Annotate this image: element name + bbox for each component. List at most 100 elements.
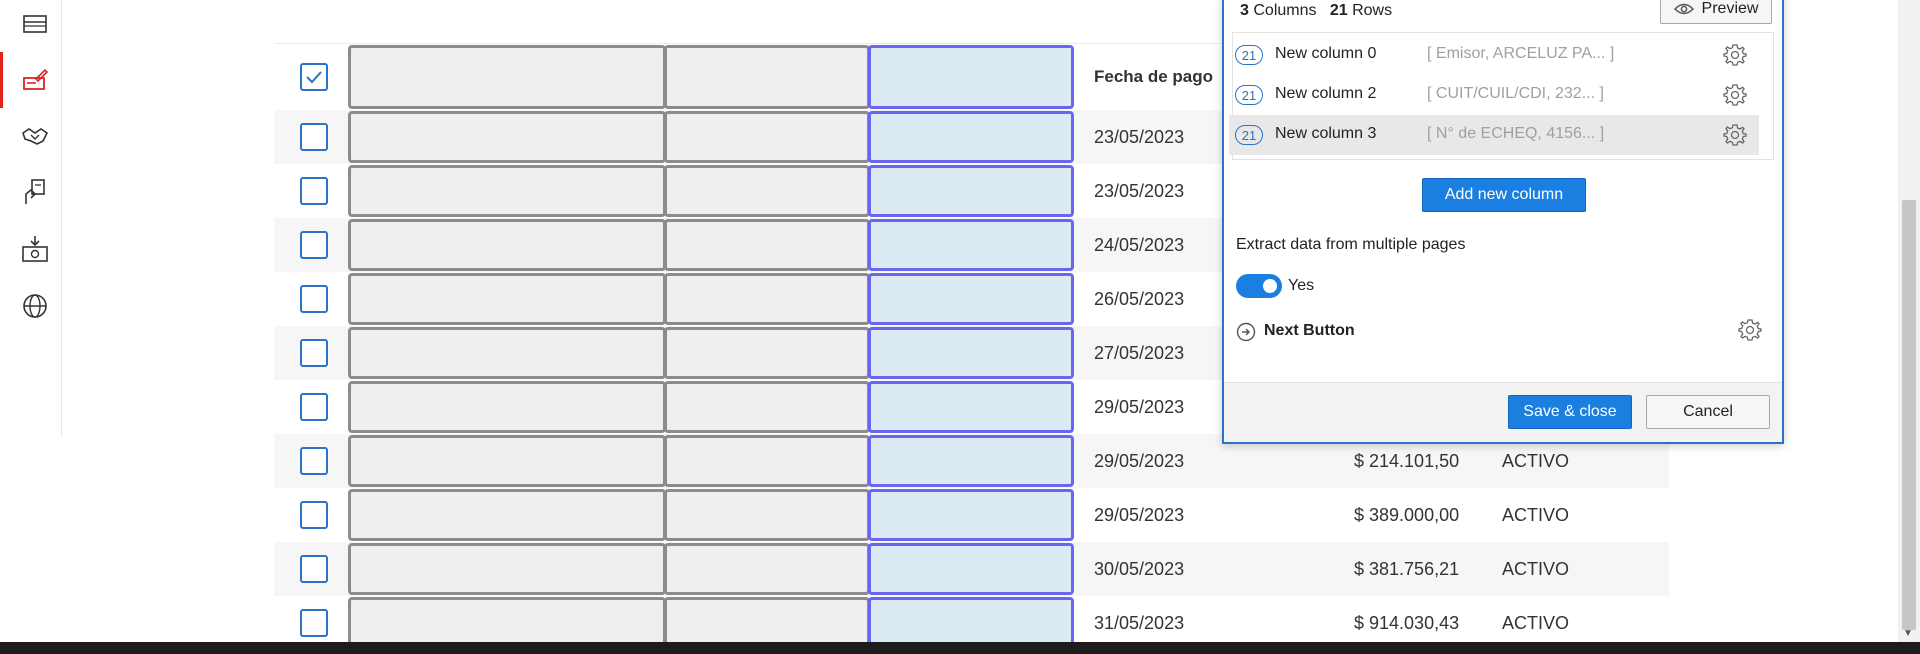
header-fecha-de-pago: Fecha de pago: [1094, 67, 1214, 86]
cell-fecha-de-pago: 29/05/2023: [1094, 504, 1185, 525]
sidebar: [0, 0, 62, 437]
multi-page-toggle[interactable]: [1236, 274, 1282, 298]
cell-fecha-de-pago: 29/05/2023: [1094, 450, 1185, 471]
row-checkbox[interactable]: [300, 339, 328, 367]
extract-column-box-echeq: [868, 543, 1074, 595]
extract-column-box-cuit: [664, 327, 870, 379]
multi-page-label: Extract data from multiple pages: [1236, 236, 1466, 253]
row-checkbox[interactable]: [300, 123, 328, 151]
column-name: New column 0: [1275, 45, 1377, 62]
column-preview: [ Emisor, ARCELUZ PA... ]: [1427, 45, 1615, 62]
extract-column-box-cuit: [664, 45, 870, 109]
handshake-icon[interactable]: [18, 119, 52, 153]
column-row-count-badge: 21: [1235, 125, 1263, 145]
column-row-count-badge: 21: [1235, 85, 1263, 105]
cell-fecha-de-pago: 26/05/2023: [1094, 288, 1185, 309]
row-checkbox[interactable]: [300, 285, 328, 313]
vertical-scrollbar[interactable]: ▼: [1898, 0, 1920, 642]
sidebar-active-indicator: [0, 52, 3, 108]
column-config-row[interactable]: 21 New column 3 [ N° de ECHEQ, 4156... ]: [1229, 115, 1759, 155]
cell-fecha-de-pago: 27/05/2023: [1094, 342, 1185, 363]
extract-column-box-emisor: [348, 111, 666, 163]
extract-column-box-echeq: [868, 219, 1074, 271]
extract-column-box-emisor: [348, 45, 666, 109]
extract-column-box-emisor: [348, 165, 666, 217]
extract-column-box-cuit: [664, 543, 870, 595]
extract-column-box-cuit: [664, 273, 870, 325]
extract-column-box-emisor: [348, 327, 666, 379]
extract-column-box-emisor: [348, 435, 666, 487]
cancel-label: Cancel: [1683, 403, 1733, 420]
arrow-circle-icon: [1236, 322, 1256, 342]
select-all-checkbox[interactable]: [300, 63, 328, 91]
extract-column-box-emisor: [348, 543, 666, 595]
extract-column-box-echeq: [868, 111, 1074, 163]
column-preview: [ CUIT/CUIL/CDI, 232... ]: [1427, 85, 1604, 102]
row-checkbox[interactable]: [300, 393, 328, 421]
column-name: New column 2: [1275, 85, 1377, 102]
cell-fecha-de-pago: 23/05/2023: [1094, 126, 1185, 147]
extract-column-box-cuit: [664, 381, 870, 433]
extract-column-box-echeq: [868, 435, 1074, 487]
toggle-knob: [1263, 279, 1277, 293]
cell-fecha-de-pago: 23/05/2023: [1094, 180, 1185, 201]
taskbar: [0, 642, 1920, 654]
row-checkbox[interactable]: [300, 177, 328, 205]
cell-estado: ACTIVO: [1502, 558, 1570, 579]
extract-column-box-emisor: [348, 489, 666, 541]
cell-fecha-de-pago: 29/05/2023: [1094, 396, 1185, 417]
extract-column-box-echeq: [868, 381, 1074, 433]
eye-icon: [1673, 3, 1694, 15]
add-new-column-label: Add new column: [1444, 186, 1564, 203]
extract-column-box-cuit: [664, 165, 870, 217]
column-name: New column 3: [1275, 125, 1377, 142]
preview-label: Preview: [1701, 0, 1759, 17]
cell-monto: $ 381.756,21: [1354, 558, 1460, 579]
row-checkbox[interactable]: [300, 555, 328, 583]
next-button-label: Next Button: [1264, 322, 1355, 339]
extract-column-box-emisor: [348, 381, 666, 433]
extract-column-box-cuit: [664, 111, 870, 163]
scroll-down-arrow-icon[interactable]: ▼: [1903, 628, 1913, 639]
card-icon[interactable]: [18, 7, 52, 41]
add-new-column-button[interactable]: Add new column: [1422, 178, 1586, 212]
row-checkbox[interactable]: [300, 231, 328, 259]
column-settings-gear-icon[interactable]: [1723, 123, 1747, 147]
rows-count: 21: [1329, 2, 1348, 19]
globe-icon[interactable]: [18, 289, 52, 323]
cell-monto: $ 389.000,00: [1354, 504, 1460, 525]
row-checkbox[interactable]: [300, 447, 328, 475]
column-preview: [ N° de ECHEQ, 4156... ]: [1427, 125, 1605, 142]
row-checkbox[interactable]: [300, 501, 328, 529]
scrollbar-thumb[interactable]: [1902, 200, 1916, 630]
extract-column-box-echeq: [868, 327, 1074, 379]
edit-check-icon[interactable]: [18, 63, 52, 97]
hand-document-icon[interactable]: [18, 175, 52, 209]
cell-estado: ACTIVO: [1502, 504, 1570, 525]
download-money-icon[interactable]: [18, 232, 52, 266]
column-config-row[interactable]: 21 New column 2 [ CUIT/CUIL/CDI, 232... ]: [1229, 75, 1759, 115]
columns-label: Columns: [1253, 2, 1317, 19]
check-icon: [306, 71, 322, 84]
column-settings-gear-icon[interactable]: [1723, 83, 1747, 107]
extract-column-box-echeq: [868, 273, 1074, 325]
preview-button[interactable]: Preview: [1660, 0, 1772, 24]
column-config-row[interactable]: 21 New column 0 [ Emisor, ARCELUZ PA... ]: [1229, 35, 1759, 75]
row-checkbox[interactable]: [300, 609, 328, 637]
next-button-settings-gear-icon[interactable]: [1738, 318, 1762, 342]
extract-column-box-emisor: [348, 219, 666, 271]
cancel-button[interactable]: Cancel: [1646, 395, 1770, 429]
column-list: 21 New column 0[ Emisor, ARCELUZ PA... ] 2…: [1229, 32, 1774, 160]
rows-label: Rows: [1352, 2, 1393, 19]
column-row-count-badge: 21: [1235, 45, 1263, 65]
save-close-button[interactable]: Save & close: [1508, 395, 1632, 429]
extract-column-box-cuit: [664, 219, 870, 271]
dialog-summary: 3 Columns 21 Rows: [1240, 2, 1392, 20]
columns-count: 3: [1240, 2, 1249, 19]
extract-column-box-echeq: [868, 489, 1074, 541]
cell-fecha-de-pago: 30/05/2023: [1094, 558, 1185, 579]
extract-column-box-emisor: [348, 273, 666, 325]
column-settings-gear-icon[interactable]: [1723, 43, 1747, 67]
extract-column-box-echeq: [868, 165, 1074, 217]
cell-fecha-de-pago: 24/05/2023: [1094, 234, 1185, 255]
